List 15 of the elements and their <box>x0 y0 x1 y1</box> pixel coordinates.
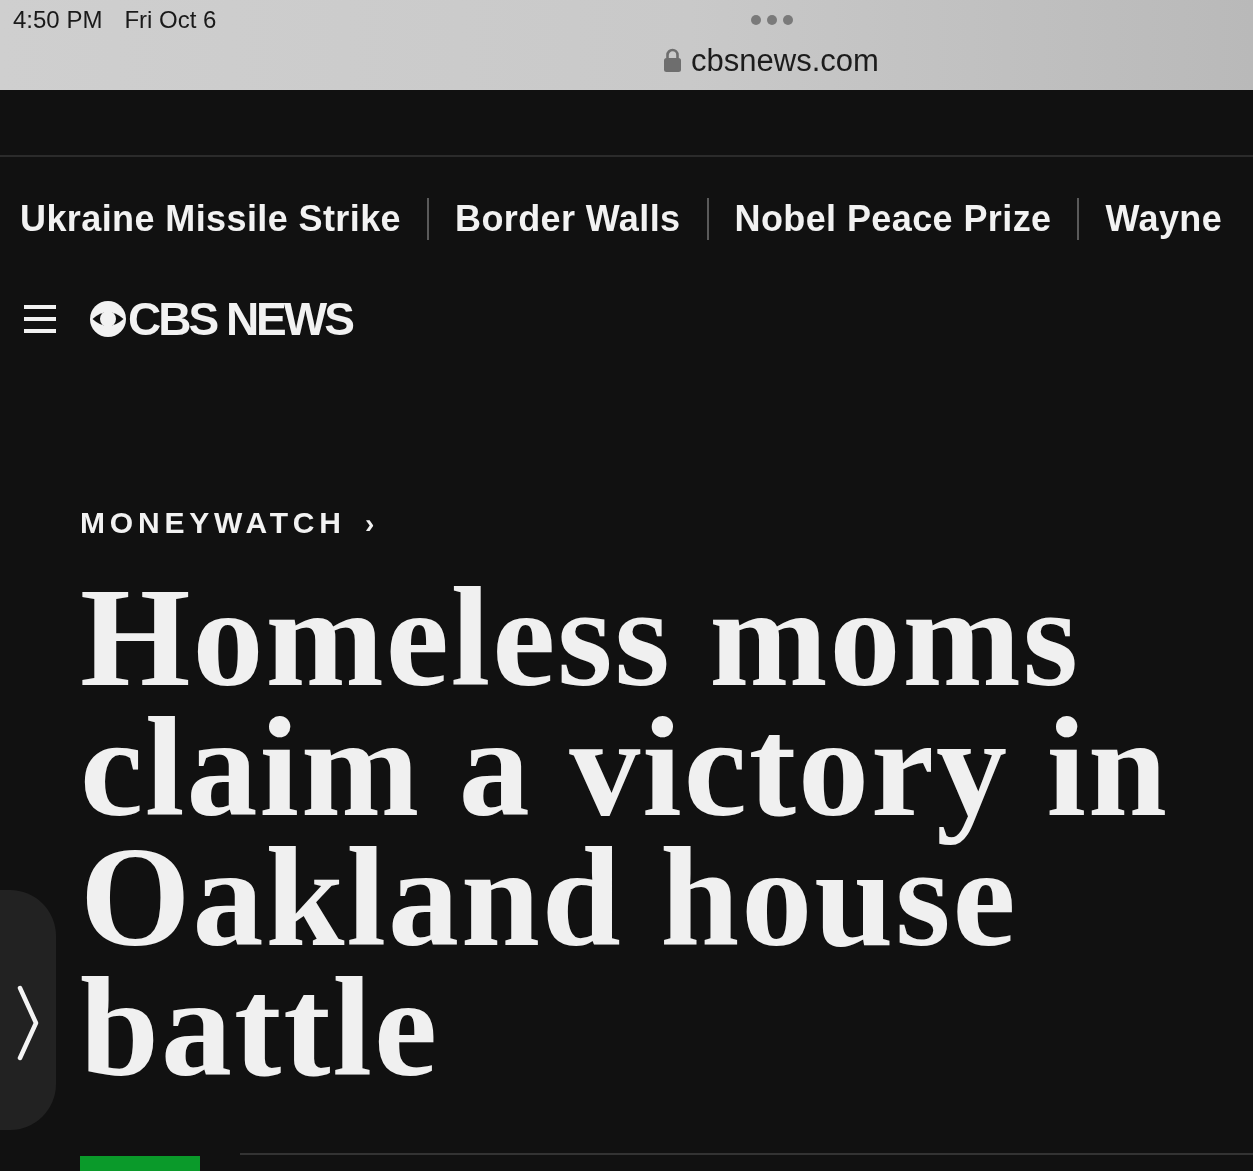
headline: Homeless moms claim a victory in Oakland house battle <box>80 572 1170 1092</box>
trending-link[interactable]: Nobel Peace Prize <box>734 199 1052 239</box>
section-link[interactable]: MONEYWATCH › <box>80 505 375 542</box>
trending-link[interactable]: Wayne <box>1105 199 1223 239</box>
menu-icon[interactable] <box>24 305 56 333</box>
chevron-icon <box>16 984 40 1062</box>
trending-link[interactable]: Ukraine Missile Strike <box>20 199 401 239</box>
trending-link[interactable]: Border Walls <box>455 199 681 239</box>
status-date: Fri Oct 6 <box>124 8 217 32</box>
cbs-news-logo[interactable]: CBS NEWS <box>90 296 352 342</box>
address-url[interactable]: cbsnews.com <box>691 44 879 76</box>
sidebar-handle[interactable] <box>0 890 56 1130</box>
status-time: 4:50 PM <box>13 8 103 32</box>
eye-logo-icon <box>90 301 126 337</box>
more-dots-icon[interactable] <box>750 15 793 25</box>
